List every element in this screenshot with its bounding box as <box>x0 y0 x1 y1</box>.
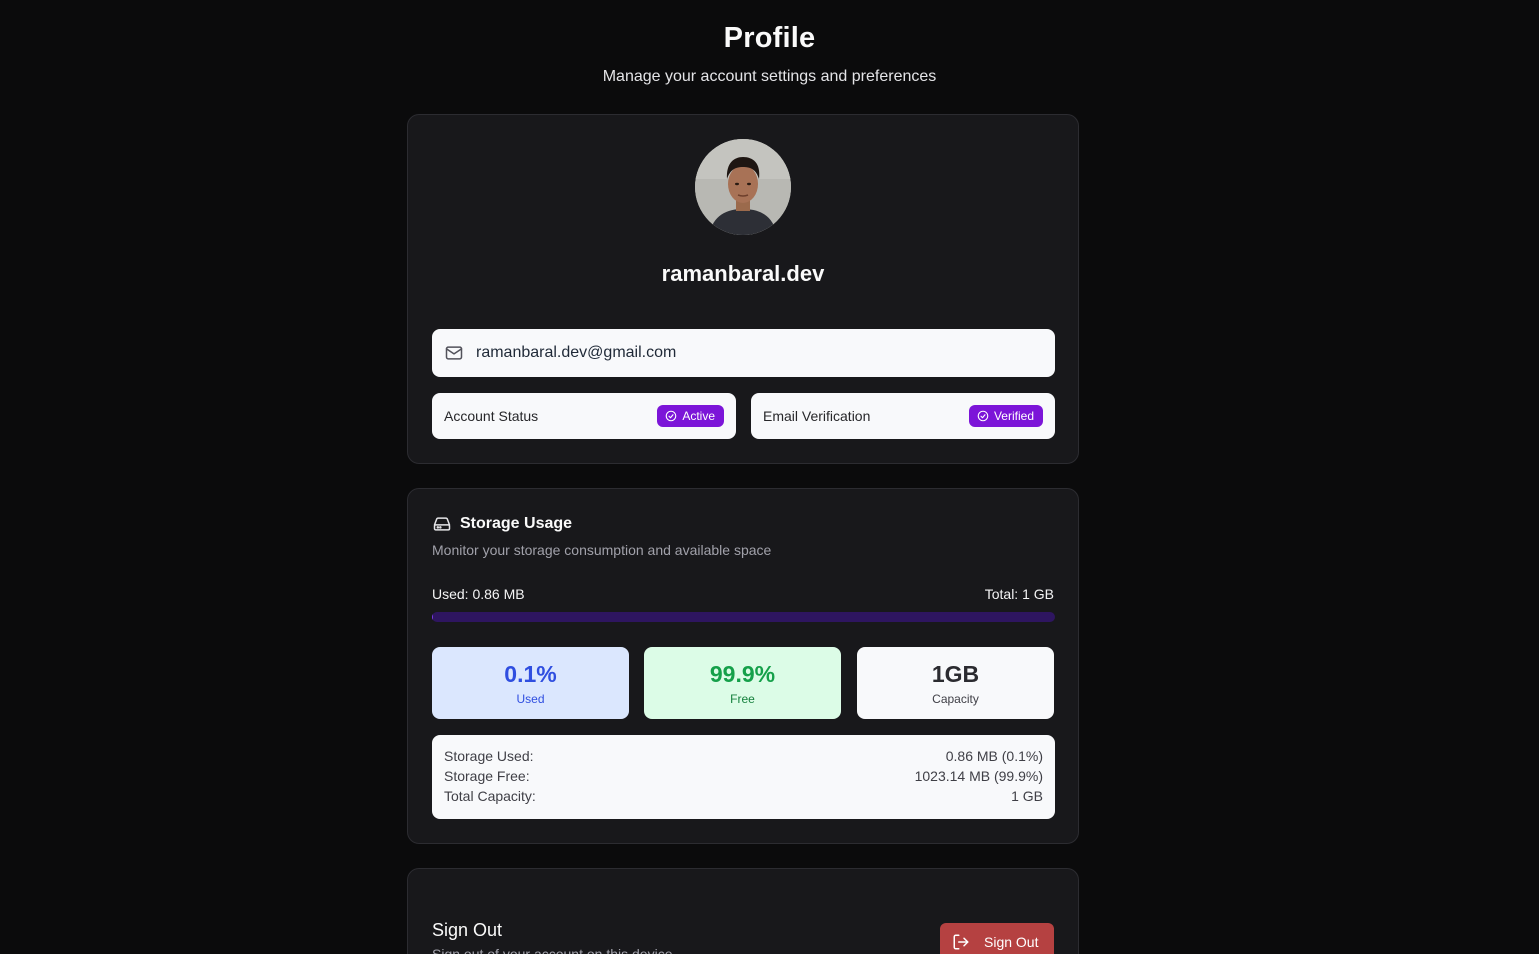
stat-capacity: 1GB Capacity <box>857 647 1054 719</box>
detail-label: Storage Free: <box>444 768 530 784</box>
status-badge-label: Active <box>682 409 715 423</box>
verified-badge-label: Verified <box>993 409 1034 423</box>
detail-row: Total Capacity: 1 GB <box>444 788 1043 808</box>
storage-description: Monitor your storage consumption and ava… <box>432 542 772 558</box>
storage-details: Storage Used: 0.86 MB (0.1%) Storage Fre… <box>432 735 1055 819</box>
account-status-label: Account Status <box>444 408 539 424</box>
username: ramanbaral.dev <box>661 261 825 286</box>
profile-card: ramanbaral.dev ramanbaral.dev@gmail.com … <box>407 114 1079 464</box>
stat-used-label: Used <box>516 692 545 706</box>
mail-icon <box>445 346 463 360</box>
signout-title: Sign Out <box>432 920 503 940</box>
detail-value: 0.86 MB (0.1%) <box>945 748 1043 764</box>
check-circle-icon <box>666 410 677 422</box>
detail-row: Storage Used: 0.86 MB (0.1%) <box>444 748 1043 768</box>
detail-row: Storage Free: 1023.14 MB (99.9%) <box>444 768 1043 788</box>
status-badge-active: Active <box>657 405 724 427</box>
avatar[interactable] <box>695 139 791 235</box>
signout-description: Sign out of your account on this device <box>432 946 673 954</box>
account-status-box: Account Status Active <box>432 393 736 439</box>
stat-used: 0.1% Used <box>432 647 629 719</box>
email-verification-label: Email Verification <box>763 408 871 424</box>
page-subtitle: Manage your account settings and prefere… <box>602 68 937 85</box>
email-verification-box: Email Verification Verified <box>751 393 1055 439</box>
detail-value: 1 GB <box>1011 788 1043 804</box>
total-label: Total: 1 GB <box>984 586 1054 602</box>
stat-free: 99.9% Free <box>644 647 841 719</box>
page-title: Profile <box>723 22 816 54</box>
email-value: ramanbaral.dev@gmail.com <box>476 344 677 361</box>
avatar-image <box>695 139 791 235</box>
sign-out-button[interactable]: Sign Out <box>940 923 1054 954</box>
storage-title: Storage Usage <box>460 515 573 532</box>
log-out-icon <box>953 934 969 950</box>
used-label: Used: 0.86 MB <box>432 586 525 602</box>
stat-capacity-label: Capacity <box>932 692 979 706</box>
sign-out-button-label: Sign Out <box>984 934 1039 950</box>
signout-card: Sign Out Sign out of your account on thi… <box>407 868 1079 954</box>
stat-used-value: 0.1% <box>504 661 557 687</box>
storage-card: Storage Usage Monitor your storage consu… <box>407 488 1079 844</box>
detail-value: 1023.14 MB (99.9%) <box>914 768 1043 784</box>
storage-header: Storage Usage <box>432 514 572 534</box>
detail-label: Storage Used: <box>444 748 534 764</box>
storage-progress-bar <box>432 612 1055 622</box>
detail-label: Total Capacity: <box>444 788 536 804</box>
stat-free-value: 99.9% <box>709 661 776 687</box>
verified-badge: Verified <box>968 405 1043 427</box>
check-circle-icon <box>977 410 989 422</box>
storage-progress-fill <box>432 612 433 622</box>
stat-free-label: Free <box>730 692 755 706</box>
stat-capacity-value: 1GB <box>931 661 980 687</box>
profile-page: Profile Manage your account settings and… <box>0 0 1539 954</box>
email-field: ramanbaral.dev@gmail.com <box>432 329 1055 377</box>
hard-drive-icon <box>433 517 451 531</box>
